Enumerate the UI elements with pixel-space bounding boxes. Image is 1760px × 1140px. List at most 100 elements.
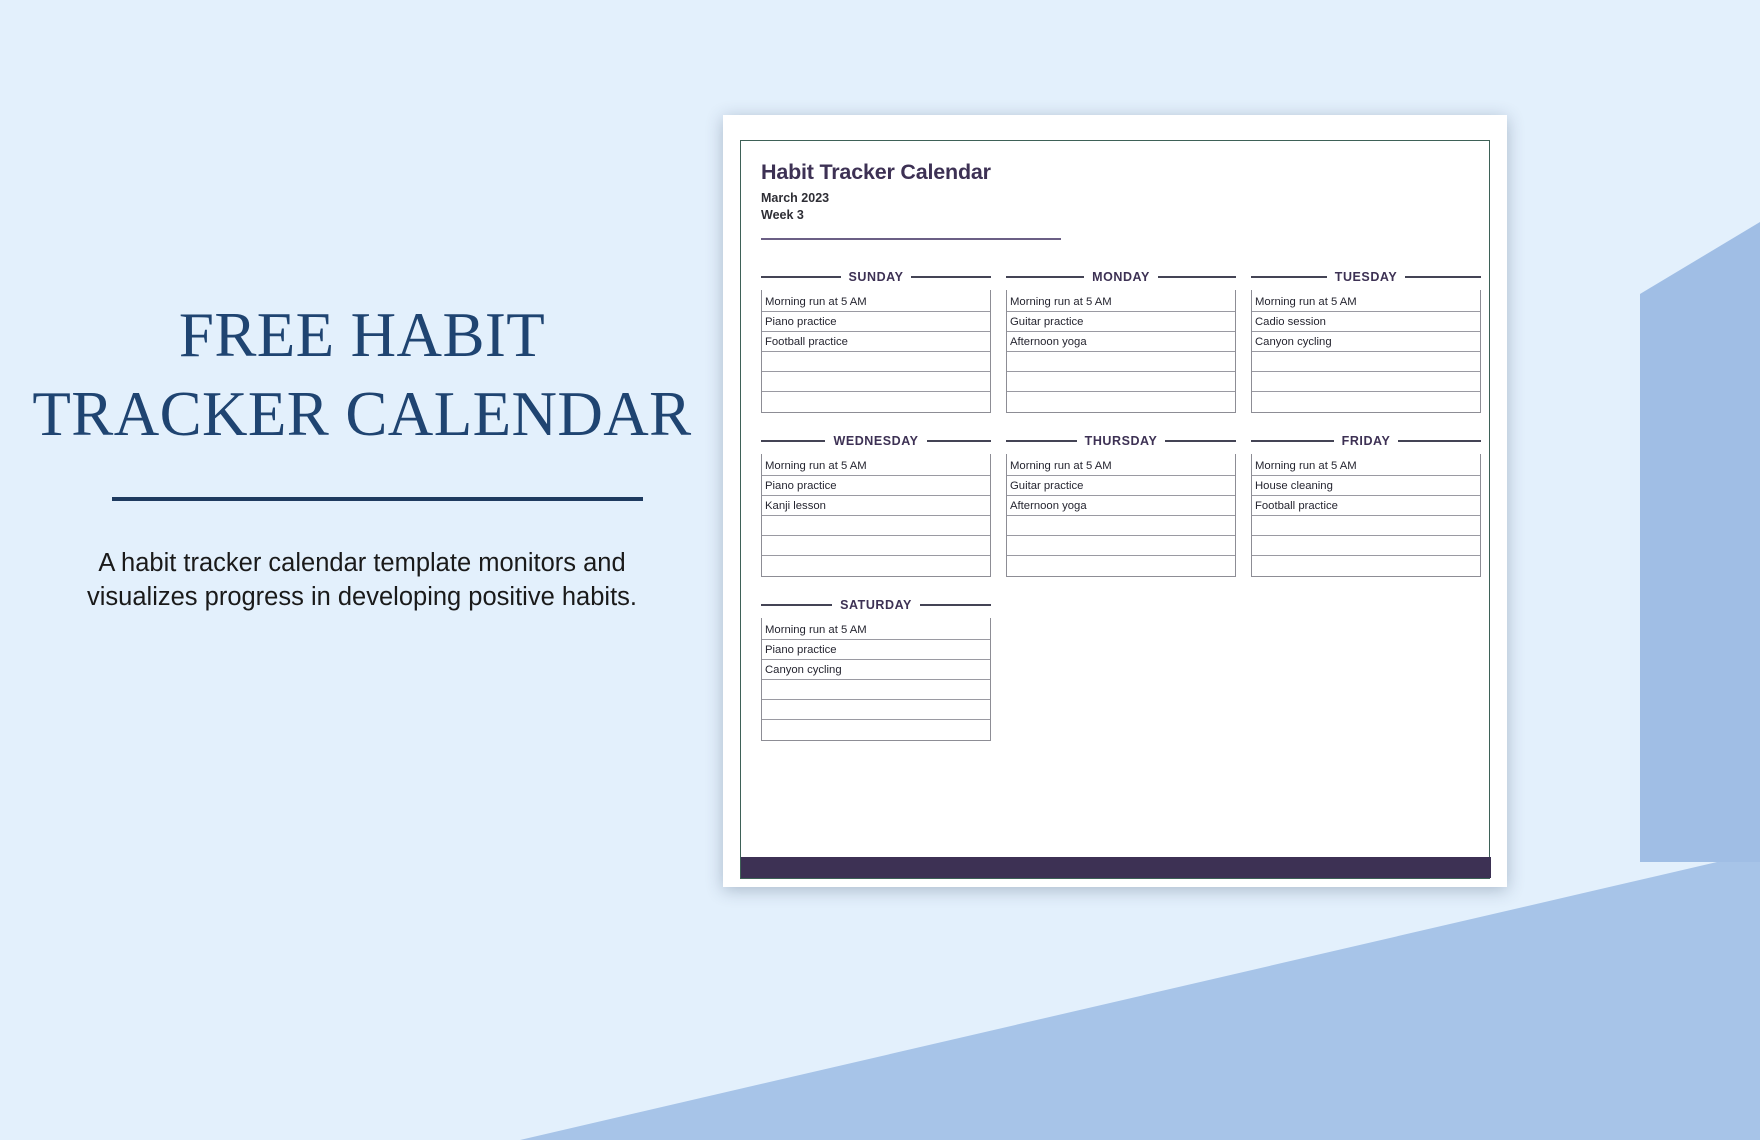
habit-row[interactable]: Piano practice	[762, 476, 990, 496]
habit-row[interactable]: Guitar practice	[1007, 312, 1235, 332]
habit-list: Morning run at 5 AM Piano practice Footbal…	[761, 290, 991, 413]
day-header-rule-right	[919, 604, 991, 606]
day-name-label: TUESDAY	[1334, 270, 1398, 284]
habit-row-empty[interactable]	[762, 352, 990, 372]
habit-row[interactable]: Kanji lesson	[762, 496, 990, 516]
habit-row[interactable]: Afternoon yoga	[1007, 496, 1235, 516]
habit-list: Morning run at 5 AM Piano practice Kanji l…	[761, 454, 991, 577]
habit-row[interactable]: Morning run at 5 AM	[1007, 290, 1235, 312]
habit-row-empty[interactable]	[1252, 536, 1480, 556]
day-header-rule-left	[1251, 440, 1334, 442]
habit-list: Morning run at 5 AM Cadio session Canyon c…	[1251, 290, 1481, 413]
day-header-rule-right	[1165, 440, 1237, 442]
day-header: THURSDAY	[1006, 428, 1237, 454]
habit-row-empty[interactable]	[1007, 372, 1235, 392]
day-header-rule-right	[911, 276, 991, 278]
document-footer-bar	[741, 857, 1491, 878]
document-week: Week 3	[761, 207, 804, 222]
day-header-rule-left	[1006, 276, 1085, 278]
habit-row[interactable]: Morning run at 5 AM	[762, 290, 990, 312]
habit-row-empty[interactable]	[762, 372, 990, 392]
habit-list: Morning run at 5 AM Guitar practice Aftern…	[1006, 290, 1236, 413]
promo-title: FREE HABIT TRACKER CALENDAR	[28, 296, 696, 455]
day-header: FRIDAY	[1251, 428, 1481, 454]
day-header-rule-left	[1251, 276, 1327, 278]
habit-row[interactable]: Morning run at 5 AM	[762, 454, 990, 476]
habit-list: Morning run at 5 AM Guitar practice Aftern…	[1006, 454, 1236, 577]
promo-divider	[112, 497, 643, 501]
document-header-rule	[761, 238, 1061, 240]
habit-row[interactable]: House cleaning	[1252, 476, 1480, 496]
habit-row-empty[interactable]	[762, 392, 990, 412]
habit-row-empty[interactable]	[1007, 392, 1235, 412]
day-header-rule-left	[761, 604, 833, 606]
day-card-tuesday: TUESDAY Morning run at 5 AM Cadio session C…	[1251, 264, 1481, 413]
day-header-rule-right	[1157, 276, 1236, 278]
habit-list: Morning run at 5 AM Piano practice Canyon …	[761, 618, 991, 741]
day-name-label: SUNDAY	[848, 270, 904, 284]
day-card-monday: MONDAY Morning run at 5 AM Guitar practice…	[1006, 264, 1236, 413]
habit-row-empty[interactable]	[1007, 516, 1235, 536]
promo-description: A habit tracker calendar template monito…	[87, 549, 637, 612]
habit-row[interactable]: Football practice	[1252, 496, 1480, 516]
calendar-grid: SUNDAY Morning run at 5 AM Piano practice F…	[761, 264, 1481, 741]
promo-title-line-2: TRACKER CALENDAR	[32, 379, 692, 450]
day-name-label: MONDAY	[1092, 270, 1150, 284]
habit-row[interactable]: Canyon cycling	[762, 660, 990, 680]
day-header: SATURDAY	[761, 592, 991, 618]
day-card-thursday: THURSDAY Morning run at 5 AM Guitar practi…	[1006, 428, 1237, 577]
day-name-label: WEDNESDAY	[833, 434, 919, 448]
habit-row[interactable]: Piano practice	[762, 312, 990, 332]
habit-row-empty[interactable]	[1252, 352, 1480, 372]
habit-row-empty[interactable]	[762, 516, 990, 536]
day-header-rule-right	[1398, 440, 1481, 442]
habit-row-empty[interactable]	[1252, 556, 1480, 576]
habit-row-empty[interactable]	[762, 680, 990, 700]
document-header: Habit Tracker Calendar March 2023 Week 3	[761, 160, 1461, 240]
day-name-label: THURSDAY	[1084, 434, 1158, 448]
promo-title-line-1: FREE HABIT	[178, 300, 546, 370]
habit-row[interactable]: Cadio session	[1252, 312, 1480, 332]
habit-row-empty[interactable]	[1007, 556, 1235, 576]
day-header-rule-left	[761, 440, 826, 442]
day-card-sunday: SUNDAY Morning run at 5 AM Piano practice F…	[761, 264, 991, 413]
document-month: March 2023	[761, 190, 830, 205]
day-header: SUNDAY	[761, 264, 991, 290]
habit-row-empty[interactable]	[1007, 536, 1235, 556]
day-name-label: FRIDAY	[1341, 434, 1391, 448]
habit-row-empty[interactable]	[1252, 372, 1480, 392]
habit-row[interactable]: Afternoon yoga	[1007, 332, 1235, 352]
habit-row-empty[interactable]	[1252, 392, 1480, 412]
document-page: Habit Tracker Calendar March 2023 Week 3…	[723, 115, 1507, 887]
habit-row[interactable]: Piano practice	[762, 640, 990, 660]
day-header: TUESDAY	[1251, 264, 1481, 290]
habit-row-empty[interactable]	[1007, 352, 1235, 372]
habit-row[interactable]: Morning run at 5 AM	[1252, 454, 1480, 476]
day-card-friday: FRIDAY Morning run at 5 AM House cleaning F…	[1251, 428, 1481, 577]
day-card-wednesday: WEDNESDAY Morning run at 5 AM Piano practi…	[761, 428, 991, 577]
habit-row-empty[interactable]	[762, 720, 990, 740]
day-header-rule-right	[926, 440, 991, 442]
habit-row[interactable]: Guitar practice	[1007, 476, 1235, 496]
habit-row[interactable]: Morning run at 5 AM	[1007, 454, 1235, 476]
day-name-label: SATURDAY	[840, 598, 912, 612]
habit-row[interactable]: Canyon cycling	[1252, 332, 1480, 352]
day-header-rule-left	[1006, 440, 1077, 442]
document-title: Habit Tracker Calendar	[761, 160, 991, 184]
habit-row-empty[interactable]	[762, 700, 990, 720]
habit-row[interactable]: Morning run at 5 AM	[762, 618, 990, 640]
day-header: WEDNESDAY	[761, 428, 991, 454]
habit-list: Morning run at 5 AM House cleaning Footbal…	[1251, 454, 1481, 577]
day-header: MONDAY	[1006, 264, 1236, 290]
habit-row[interactable]: Morning run at 5 AM	[1252, 290, 1480, 312]
day-header-rule-right	[1405, 276, 1481, 278]
habit-row-empty[interactable]	[762, 536, 990, 556]
habit-row[interactable]: Football practice	[762, 332, 990, 352]
day-card-saturday: SATURDAY Morning run at 5 AM Piano practic…	[761, 592, 991, 741]
document-page-border: Habit Tracker Calendar March 2023 Week 3…	[740, 140, 1491, 879]
day-header-rule-left	[761, 276, 841, 278]
promo-panel: FREE HABIT TRACKER CALENDAR A habit trac…	[0, 0, 723, 1140]
habit-row-empty[interactable]	[762, 556, 990, 576]
background-diagonal-wedge-right	[1640, 222, 1760, 862]
habit-row-empty[interactable]	[1252, 516, 1480, 536]
